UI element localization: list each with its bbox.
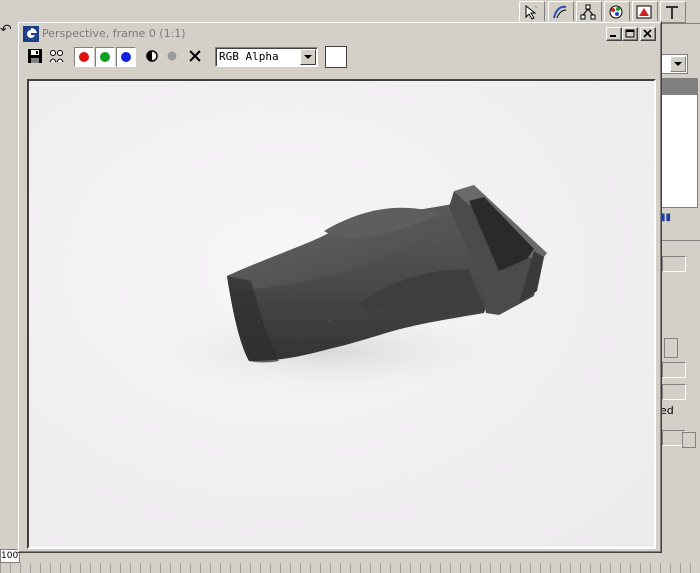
configure-icon[interactable]: ▮▮	[660, 212, 674, 226]
minimize-icon	[610, 35, 616, 37]
blue-channel-button[interactable]	[116, 47, 136, 67]
buckle-render	[159, 185, 547, 391]
blue-channel-icon	[121, 52, 131, 62]
select-link-icon	[525, 4, 538, 20]
maximize-button[interactable]	[622, 27, 638, 41]
save-button[interactable]	[26, 47, 44, 65]
red-channel-button[interactable]	[74, 47, 94, 67]
select-link-button[interactable]	[519, 1, 545, 23]
quick-render-button[interactable]	[660, 1, 686, 23]
clear-button[interactable]	[186, 47, 204, 65]
parameter-field[interactable]	[662, 384, 686, 400]
close-button[interactable]	[640, 27, 656, 41]
chevron-down-icon[interactable]	[300, 49, 316, 65]
panel-scrollbar[interactable]	[682, 432, 696, 448]
channel-buttons	[74, 47, 138, 67]
schematic-icon	[580, 4, 596, 20]
app-logo-icon	[23, 26, 39, 42]
list-item[interactable]	[661, 79, 697, 95]
alpha-channel-icon	[167, 51, 177, 61]
render-toolbar: RGB Alpha	[22, 45, 656, 71]
green-channel-button[interactable]	[95, 47, 115, 67]
window-titlebar[interactable]: Perspective, frame 0 (1:1)	[21, 25, 656, 43]
close-icon	[643, 29, 652, 38]
clear-icon	[189, 50, 201, 62]
chevron-down-icon	[670, 56, 686, 72]
maximize-icon	[625, 29, 635, 38]
render-scene-button[interactable]	[632, 1, 658, 23]
command-panel-dropdown[interactable]	[660, 54, 688, 74]
green-channel-icon	[100, 52, 110, 62]
alpha-channel-button[interactable]	[163, 47, 181, 65]
monochrome-icon	[146, 50, 158, 62]
material-editor-button[interactable]	[604, 1, 630, 23]
undo-icon[interactable]: ↶	[0, 22, 12, 38]
window-title: Perspective, frame 0 (1:1)	[42, 27, 186, 40]
command-panel-list[interactable]	[660, 78, 698, 208]
schematic-view-button[interactable]	[576, 1, 602, 23]
channel-display-select[interactable]: RGB Alpha	[215, 47, 318, 67]
color-swatch[interactable]	[325, 46, 347, 68]
time-slider-ticks[interactable]	[0, 563, 700, 573]
material-editor-icon	[609, 5, 623, 19]
rollup-divider	[660, 240, 700, 241]
channel-display-value: RGB Alpha	[219, 50, 279, 63]
render-viewport[interactable]	[27, 79, 656, 549]
rendered-image	[29, 81, 654, 547]
curve-tool-button[interactable]	[548, 1, 574, 23]
clone-icon	[49, 50, 64, 63]
red-channel-icon	[79, 52, 89, 62]
teapot-render-icon	[666, 6, 678, 19]
parameter-field[interactable]	[662, 256, 686, 272]
render-frame-window[interactable]: Perspective, frame 0 (1:1) RGB Alpha	[17, 21, 662, 553]
curve-icon	[553, 5, 567, 19]
render-scene-icon	[636, 5, 652, 19]
spinner-control[interactable]	[664, 338, 678, 358]
panel-label: ed	[660, 404, 674, 417]
clone-window-button[interactable]	[48, 47, 66, 65]
monochrome-button[interactable]	[143, 47, 161, 65]
save-icon	[28, 49, 42, 63]
minimize-button[interactable]	[606, 27, 622, 41]
parameter-field[interactable]	[662, 362, 686, 378]
